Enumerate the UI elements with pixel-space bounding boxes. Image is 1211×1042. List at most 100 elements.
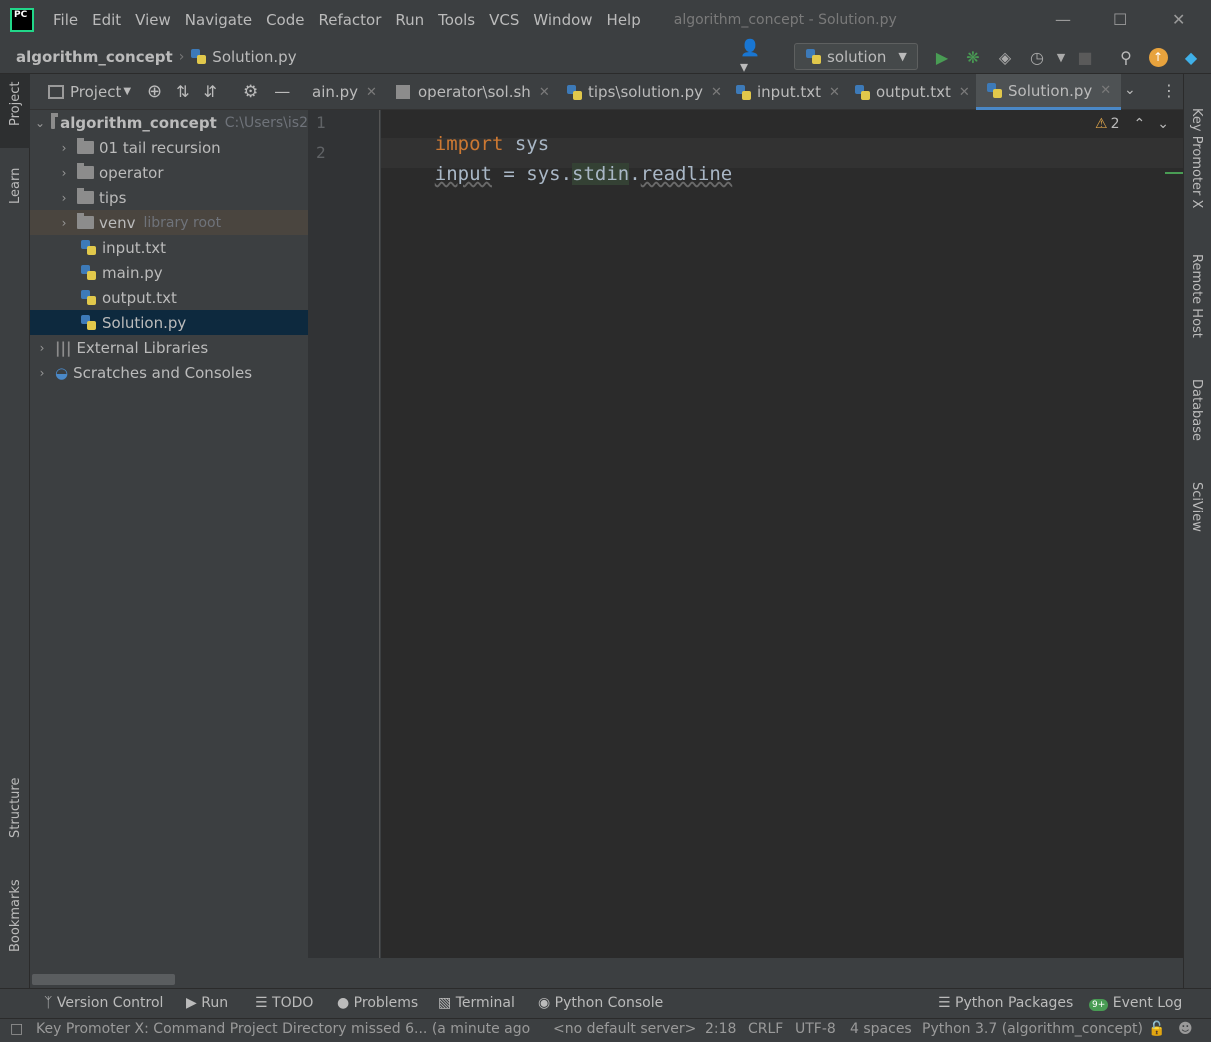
- search-icon[interactable]: ⚲: [1115, 46, 1137, 68]
- tab-learn-vertical[interactable]: Learn: [8, 168, 23, 204]
- line-number: 1: [316, 113, 326, 132]
- locate-icon[interactable]: ⊕: [147, 81, 162, 102]
- horizontal-scrollbar[interactable]: [32, 974, 175, 985]
- profile-icon[interactable]: ◷: [1026, 46, 1048, 68]
- tab-output-txt[interactable]: output.txt ✕: [854, 74, 970, 110]
- inspector-icon[interactable]: ☻: [1178, 1021, 1193, 1037]
- maximize-icon[interactable]: ☐: [1113, 10, 1127, 29]
- debug-icon[interactable]: ❋: [962, 46, 984, 68]
- menu-code[interactable]: Code: [259, 11, 311, 29]
- tab-label: output.txt: [876, 83, 951, 101]
- tree-folder-venv[interactable]: › venv library root: [30, 210, 308, 235]
- prev-highlight-icon[interactable]: ⌃: [1133, 116, 1145, 132]
- close-tab-icon[interactable]: ✕: [829, 85, 840, 100]
- file-encoding[interactable]: UTF-8: [795, 1021, 836, 1037]
- todo-button[interactable]: ☰ TODO: [255, 995, 313, 1011]
- tab-list-chevron-icon[interactable]: ⌄: [1124, 82, 1136, 98]
- tree-root[interactable]: ⌄ algorithm_concept C:\Users\is2: [30, 110, 308, 135]
- status-message[interactable]: Key Promoter X: Command Project Director…: [36, 1021, 530, 1037]
- tab-structure-vertical[interactable]: Structure: [8, 778, 23, 838]
- menu-vcs[interactable]: VCS: [482, 11, 526, 29]
- menu-help[interactable]: Help: [600, 11, 648, 29]
- menu-run[interactable]: Run: [388, 11, 431, 29]
- event-log-button[interactable]: 9+ Event Log: [1089, 995, 1182, 1011]
- breadcrumb-separator-icon: ›: [178, 48, 185, 65]
- menu-refactor[interactable]: Refactor: [311, 11, 388, 29]
- tab-main-py[interactable]: ain.py ✕: [312, 74, 377, 110]
- warning-indicator[interactable]: ⚠ 2 ⌃ ⌄: [1095, 116, 1169, 132]
- user-icon[interactable]: 👤▾: [740, 38, 762, 76]
- tab-bookmarks-vertical[interactable]: Bookmarks: [8, 879, 23, 952]
- run-icon[interactable]: ▶: [931, 46, 953, 68]
- update-icon[interactable]: ↑: [1147, 46, 1169, 68]
- line-separator[interactable]: CRLF: [748, 1021, 783, 1037]
- status-toggle-icon[interactable]: □: [10, 1021, 23, 1037]
- tab-key-promoter-vertical[interactable]: Key Promoter X: [1189, 108, 1204, 208]
- menu-file[interactable]: File: [46, 11, 85, 29]
- python-interpreter[interactable]: Python 3.7 (algorithm_concept): [922, 1021, 1143, 1037]
- tree-file-selected[interactable]: Solution.py: [30, 310, 308, 335]
- tree-scratches[interactable]: › ◒ Scratches and Consoles: [30, 360, 308, 385]
- tree-external-libraries[interactable]: › ||| External Libraries: [30, 335, 308, 360]
- tree-folder[interactable]: › tips: [30, 185, 308, 210]
- text-file-icon: [735, 84, 752, 101]
- menu-navigate[interactable]: Navigate: [178, 11, 259, 29]
- chevron-right-icon: ›: [39, 365, 45, 380]
- expand-all-icon[interactable]: ⇅: [176, 82, 189, 101]
- collapse-all-icon[interactable]: ⇵: [204, 82, 217, 101]
- breadcrumb-file[interactable]: Solution.py: [212, 48, 296, 66]
- close-tab-icon[interactable]: ✕: [539, 85, 550, 100]
- terminal-button[interactable]: ▧ Terminal: [438, 995, 515, 1011]
- tree-folder[interactable]: › 01 tail recursion: [30, 135, 308, 160]
- tree-file[interactable]: main.py: [30, 260, 308, 285]
- close-window-icon[interactable]: ✕: [1172, 10, 1185, 29]
- python-packages-button[interactable]: ☰ Python Packages: [938, 995, 1073, 1011]
- more-run-chevron-icon[interactable]: ▼: [1050, 46, 1072, 68]
- tab-remote-host-vertical[interactable]: Remote Host: [1189, 254, 1204, 338]
- close-tab-icon[interactable]: ✕: [1100, 83, 1111, 98]
- tree-file[interactable]: input.txt: [30, 235, 308, 260]
- folder-label: operator: [99, 163, 164, 182]
- next-highlight-icon[interactable]: ⌄: [1157, 116, 1169, 132]
- caret-position[interactable]: 2:18: [705, 1021, 736, 1037]
- menu-tools[interactable]: Tools: [431, 11, 482, 29]
- tab-tips-solution-py[interactable]: tips\solution.py ✕: [566, 74, 722, 110]
- gear-icon[interactable]: ⚙: [243, 82, 258, 102]
- project-view-select[interactable]: Project: [70, 83, 121, 101]
- menu-view[interactable]: View: [128, 11, 178, 29]
- more-options-icon[interactable]: ⋮: [1161, 81, 1177, 100]
- deployment-server[interactable]: <no default server>: [553, 1021, 696, 1037]
- run-config-select[interactable]: solution ▼: [794, 43, 918, 70]
- tab-label: ain.py: [312, 83, 359, 101]
- indent-setting[interactable]: 4 spaces: [850, 1021, 912, 1037]
- tab-operator-sol-sh[interactable]: operator\sol.sh ✕: [396, 74, 550, 110]
- close-tab-icon[interactable]: ✕: [711, 85, 722, 100]
- stop-icon[interactable]: ■: [1074, 46, 1096, 68]
- plugin-icon[interactable]: ◆: [1180, 46, 1202, 68]
- version-control-button[interactable]: ᛉ Version Control: [44, 995, 163, 1011]
- tree-folder[interactable]: › operator: [30, 160, 308, 185]
- file-label: main.py: [102, 263, 163, 282]
- run-tool-button[interactable]: ▶ Run: [186, 995, 228, 1011]
- menu-edit[interactable]: Edit: [85, 11, 128, 29]
- venv-label: venv: [99, 213, 136, 232]
- text-file-icon: [80, 239, 97, 256]
- lock-icon[interactable]: 🔓: [1148, 1021, 1165, 1037]
- python-console-button[interactable]: ◉ Python Console: [538, 995, 663, 1011]
- code-editor[interactable]: import sys input = sys.stdin.readline ⚠ …: [381, 110, 1183, 958]
- tab-solution-py-active[interactable]: Solution.py ✕: [976, 74, 1122, 110]
- tab-sciview-vertical[interactable]: SciView: [1189, 482, 1204, 532]
- dropdown-icon[interactable]: ▼: [123, 86, 131, 97]
- tab-input-txt[interactable]: input.txt ✕: [735, 74, 840, 110]
- tab-project-vertical[interactable]: Project: [8, 82, 23, 126]
- minimize-icon[interactable]: —: [1055, 10, 1071, 29]
- close-tab-icon[interactable]: ✕: [366, 85, 377, 100]
- breadcrumb-project[interactable]: algorithm_concept: [16, 48, 173, 66]
- close-tab-icon[interactable]: ✕: [959, 85, 970, 100]
- tab-database-vertical[interactable]: Database: [1189, 379, 1204, 441]
- problems-button[interactable]: ● Problems: [337, 995, 418, 1011]
- coverage-icon[interactable]: ◈: [994, 46, 1016, 68]
- menu-window[interactable]: Window: [526, 11, 599, 29]
- tree-file[interactable]: output.txt: [30, 285, 308, 310]
- hide-panel-icon[interactable]: —: [274, 82, 290, 101]
